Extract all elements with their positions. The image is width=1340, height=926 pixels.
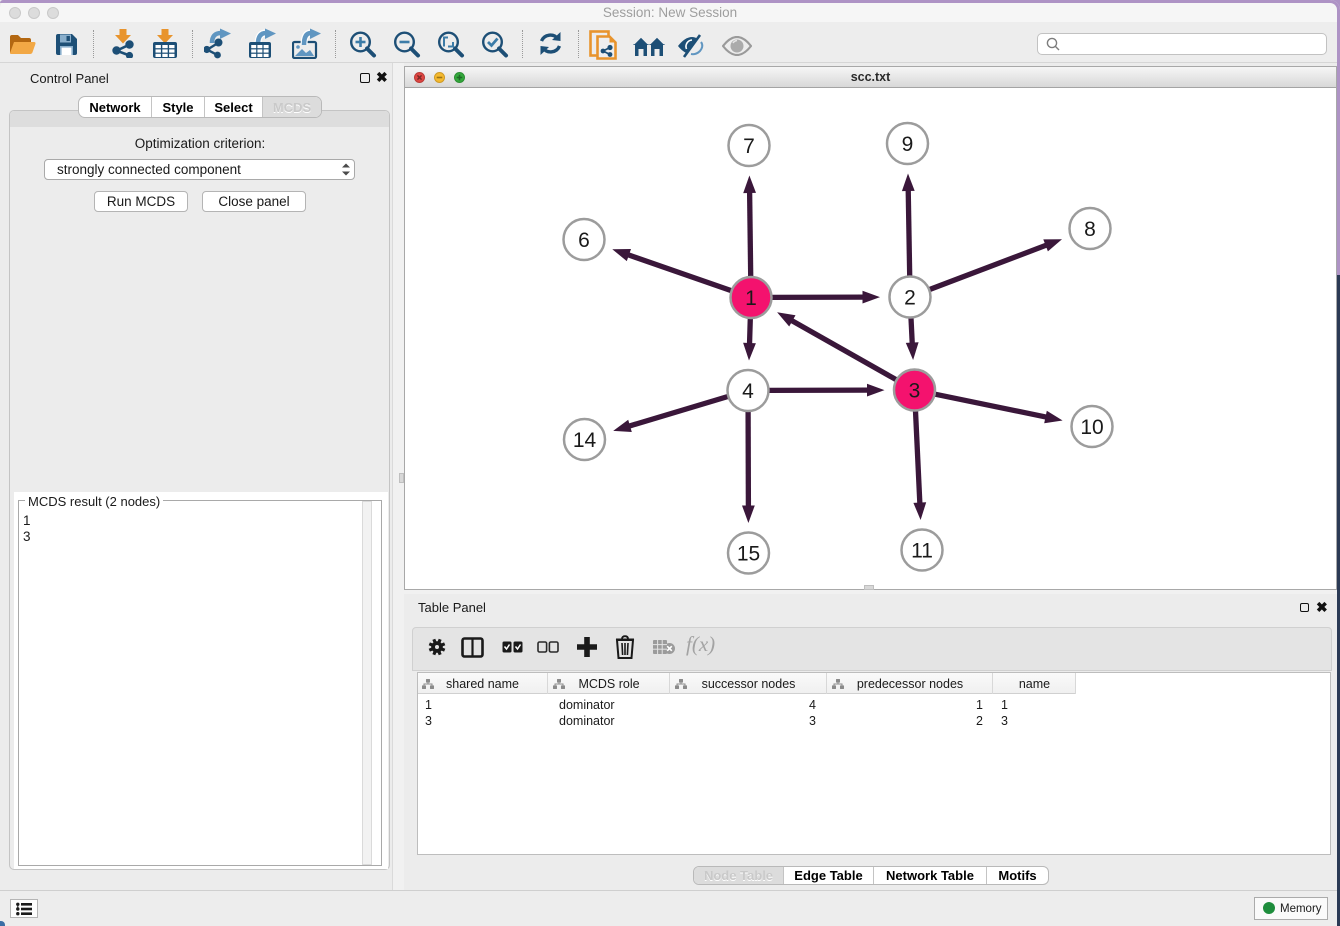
svg-text:7: 7 bbox=[743, 135, 755, 158]
svg-text:6: 6 bbox=[578, 229, 590, 252]
svg-text:15: 15 bbox=[737, 543, 760, 566]
svg-text:2: 2 bbox=[904, 287, 916, 310]
svg-text:4: 4 bbox=[742, 380, 754, 403]
svg-text:9: 9 bbox=[902, 133, 914, 156]
svg-text:1: 1 bbox=[745, 287, 757, 310]
svg-text:8: 8 bbox=[1084, 218, 1096, 241]
svg-text:10: 10 bbox=[1080, 416, 1103, 439]
svg-text:11: 11 bbox=[911, 540, 933, 563]
svg-text:14: 14 bbox=[573, 429, 597, 452]
svg-text:3: 3 bbox=[909, 380, 921, 403]
